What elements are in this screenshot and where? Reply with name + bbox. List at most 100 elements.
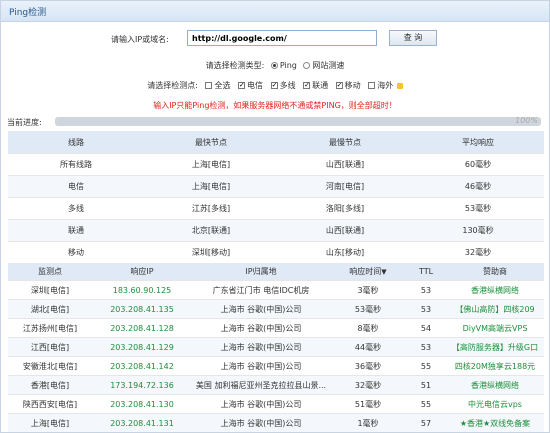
multi-checkbox[interactable]: ✓ (270, 82, 278, 89)
cell: 深圳[移动] (144, 241, 278, 263)
progress-label: 当前进度: (7, 118, 42, 127)
results-header: 监测点 响应IP IP归属地 响应时间▼ TTL 赞助商 (8, 263, 544, 281)
header-average: 平均响应 (412, 131, 544, 154)
summary-header: 线路 最快节点 最慢节点 平均响应 (8, 131, 544, 154)
ip-cell: 203.208.41.129 (92, 337, 192, 357)
url-input[interactable] (187, 30, 377, 46)
cell: 上海市 谷歌(中国)公司 (192, 299, 330, 319)
speed-radio[interactable] (303, 62, 311, 69)
mobile-checkbox[interactable]: ✓ (335, 82, 343, 89)
query-button[interactable]: 查 询 (389, 30, 437, 46)
ip-cell: 203.208.41.128 (92, 318, 192, 338)
ip-cell: 203.208.41.135 (92, 299, 192, 319)
cell: 53 (406, 280, 446, 300)
cell: 上海市 谷歌(中国)公司 (192, 318, 330, 338)
header-fastest: 最快节点 (144, 131, 278, 154)
header-sponsor: 赞助商 (446, 263, 544, 281)
cell: 上海市 谷歌(中国)公司 (192, 413, 330, 432)
cell: 44毫秒 (330, 337, 406, 357)
cell: 上海[电信] (144, 175, 278, 198)
cell: 洛阳[多线] (278, 197, 412, 220)
option-multi: 多线 (279, 81, 296, 90)
cell: 移动 (8, 241, 144, 263)
cell: 46毫秒 (412, 175, 544, 198)
option-unicom: 联通 (312, 81, 329, 90)
cell: 51 (406, 375, 446, 395)
cell: 江苏[多线] (144, 197, 278, 220)
cell: 上海[电信] (144, 153, 278, 176)
telecom-checkbox[interactable]: ✓ (238, 82, 246, 89)
ping-option: Ping (279, 61, 297, 70)
cell: 1毫秒 (330, 413, 406, 432)
table-row: 陕西西安[电信] 203.208.41.130 上海市 谷歌(中国)公司 51毫秒 55… (8, 394, 544, 414)
option-all: 全选 (214, 81, 231, 90)
cell: 山西[联通] (278, 153, 412, 176)
url-label: 请输入IP或域名: (111, 35, 169, 44)
table-row: 所有线路 上海[电信] 山西[联通] 60毫秒 (8, 153, 544, 176)
ip-cell: 173.194.72.136 (92, 375, 192, 395)
table-row: 电信 上海[电信] 河南[电信] 46毫秒 (8, 175, 544, 198)
cell: 多线 (8, 197, 144, 220)
select-all-checkbox[interactable] (205, 82, 213, 89)
cell: 联通 (8, 219, 144, 242)
cell: 53 (406, 337, 446, 357)
sponsor-link[interactable]: 【佛山高防】四核209 (446, 299, 544, 319)
option-overseas: 海外 (377, 81, 394, 90)
cell: 57 (406, 413, 446, 432)
header-time[interactable]: 响应时间▼ (330, 263, 406, 281)
ping-radio[interactable] (270, 62, 278, 69)
table-row: 移动 深圳[移动] 山东[移动] 32毫秒 (8, 241, 544, 263)
results-table: 监测点 响应IP IP归属地 响应时间▼ TTL 赞助商 深圳[电信] 183.6… (8, 263, 544, 432)
cell: 上海市 谷歌(中国)公司 (192, 394, 330, 414)
progress-text: 100% (515, 116, 538, 125)
header-location: IP归属地 (192, 263, 330, 281)
table-row: 上海[电信] 203.208.41.131 上海市 谷歌(中国)公司 1毫秒 57 ★香港… (8, 413, 544, 432)
overseas-checkbox[interactable] (368, 82, 376, 89)
cell: 陕西西安[电信] (8, 394, 92, 414)
cell: 香港[电信] (8, 375, 92, 395)
cell: 36毫秒 (330, 356, 406, 376)
cell: 54 (406, 318, 446, 338)
cell: 55 (406, 356, 446, 376)
sponsor-link[interactable]: 香港纵横网络 (446, 280, 544, 300)
sort-down-icon: ▼ (381, 268, 387, 276)
cell: 53 (406, 299, 446, 319)
cell: 江苏扬州[电信] (8, 318, 92, 338)
unicom-checkbox[interactable]: ✓ (303, 82, 311, 89)
cell: 60毫秒 (412, 153, 544, 176)
cell: 北京[联通] (144, 219, 278, 242)
option-telecom: 电信 (247, 81, 264, 90)
table-row: 安徽淮北[电信] 203.208.41.142 上海市 谷歌(中国)公司 36毫秒 55… (8, 356, 544, 376)
cell: 53毫秒 (330, 299, 406, 319)
cell: 3毫秒 (330, 280, 406, 300)
cell: 河南[电信] (278, 175, 412, 198)
cell: 130毫秒 (412, 219, 544, 242)
header-time-label: 响应时间 (349, 267, 382, 276)
cell: 上海市 谷歌(中国)公司 (192, 337, 330, 357)
cell: 江西[电信] (8, 337, 92, 357)
speed-option: 网站测速 (312, 61, 345, 70)
table-row: 多线 江苏[多线] 洛阳[多线] 53毫秒 (8, 197, 544, 220)
sponsor-link[interactable]: 四核20M独享云188元 (446, 356, 544, 376)
sponsor-link[interactable]: DiyVM高端云VPS (446, 318, 544, 338)
ip-cell: 203.208.41.131 (92, 413, 192, 432)
lock-icon (396, 82, 403, 89)
sponsor-link[interactable]: 【高防服务器】升级G口 (446, 337, 544, 357)
type-row: 请选择检测类型: Ping 网站测速 (1, 60, 549, 71)
title-bar: Ping检测 (1, 1, 549, 22)
ip-cell: 203.208.41.130 (92, 394, 192, 414)
cell: 8毫秒 (330, 318, 406, 338)
sponsor-link[interactable]: ★香港★双线免备案 (446, 413, 544, 432)
ip-cell: 203.208.41.142 (92, 356, 192, 376)
cell: 32毫秒 (330, 375, 406, 395)
progress-fill (55, 117, 541, 126)
cell: 湖北[电信] (8, 299, 92, 319)
cell: 55 (406, 394, 446, 414)
table-row: 江西[电信] 203.208.41.129 上海市 谷歌(中国)公司 44毫秒 53 【高… (8, 337, 544, 357)
ping-panel: Ping检测 请输入IP或域名: 查 询 请选择检测类型: Ping 网站测速 … (0, 0, 550, 433)
cell: 电信 (8, 175, 144, 198)
sponsor-link[interactable]: 香港纵横网络 (446, 375, 544, 395)
cell: 51毫秒 (330, 394, 406, 414)
sponsor-link[interactable]: 中光电信云vps (446, 394, 544, 414)
header-ttl: TTL (406, 263, 446, 281)
